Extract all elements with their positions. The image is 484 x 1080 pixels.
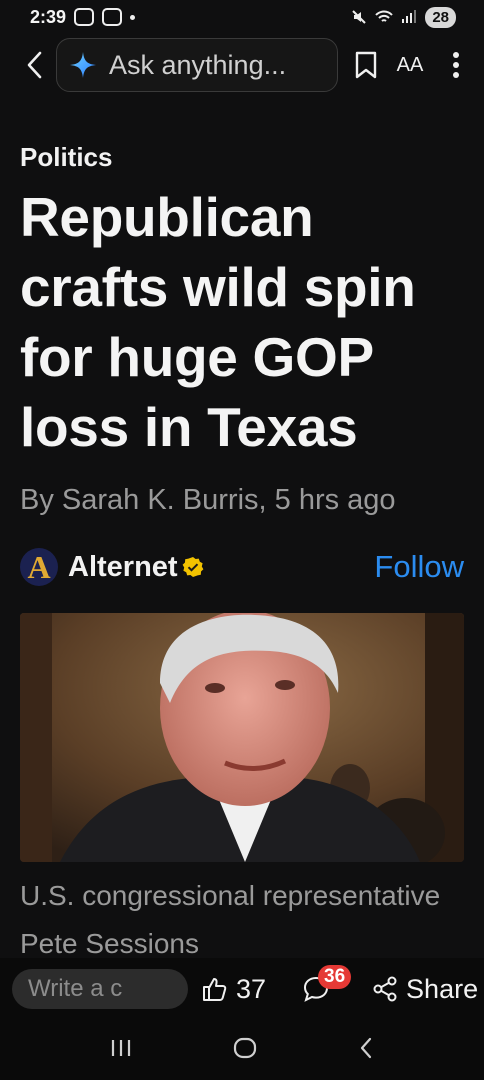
share-label: Share	[406, 973, 479, 1004]
article-photo[interactable]	[20, 613, 464, 862]
text-size-button[interactable]: AA	[390, 45, 430, 85]
action-bar: Write a c 37 36 Share	[0, 958, 484, 1020]
like-count: 37	[236, 973, 267, 1004]
bookmark-icon	[355, 51, 377, 79]
signal-icon	[402, 10, 417, 23]
article-headline: Republican crafts wild spin for huge GOP…	[20, 186, 416, 458]
sparkle-icon	[70, 52, 96, 78]
recent-apps-icon	[112, 1039, 131, 1056]
chevron-left-icon	[27, 51, 42, 79]
verified-badge-icon	[182, 557, 203, 577]
search-placeholder: Ask anything...	[109, 49, 287, 80]
status-left: 2:39	[30, 6, 136, 28]
screenshot-icon	[102, 8, 123, 26]
comment-placeholder: Write a c	[28, 975, 123, 1002]
wifi-icon	[375, 10, 394, 22]
status-time: 2:39	[30, 6, 67, 27]
top-toolbar: Ask anything... AA	[0, 36, 484, 94]
bookmark-button[interactable]	[346, 45, 386, 85]
status-bar: 2:39 28	[0, 0, 484, 34]
recent-apps-button[interactable]	[109, 1037, 133, 1064]
notification-icon	[74, 8, 95, 26]
dot-icon	[130, 14, 136, 20]
system-nav-bar	[0, 1020, 484, 1080]
search-input[interactable]: Ask anything...	[56, 38, 338, 92]
source-logo[interactable]: A	[20, 548, 58, 586]
article-photo-image	[20, 613, 464, 862]
source-row: A Alternet Follow	[20, 546, 464, 588]
comments-button[interactable]: 36	[302, 965, 352, 1009]
like-button[interactable]: 37	[202, 974, 266, 1005]
share-button[interactable]: Share	[372, 974, 478, 1005]
mute-icon	[352, 10, 367, 24]
article-category[interactable]: Politics	[20, 142, 112, 173]
follow-button[interactable]: Follow	[374, 549, 464, 585]
system-back-button[interactable]	[357, 1036, 375, 1065]
photo-caption: U.S. congressional representative Pete S…	[20, 880, 441, 959]
comment-count-badge: 36	[318, 965, 352, 989]
share-icon	[373, 976, 397, 1002]
back-button[interactable]	[14, 45, 54, 85]
home-icon	[233, 1037, 257, 1058]
text-size-label: AA	[396, 53, 424, 76]
home-button[interactable]	[232, 1036, 258, 1065]
thumbs-up-icon	[203, 978, 227, 1001]
article-byline: By Sarah K. Burris, 5 hrs ago	[20, 484, 396, 516]
more-vertical-icon	[453, 52, 459, 78]
more-options-button[interactable]	[436, 45, 476, 85]
back-icon	[360, 1037, 371, 1058]
source-name[interactable]: Alternet	[68, 551, 178, 584]
status-right: 28	[351, 6, 456, 28]
battery-indicator: 28	[425, 6, 456, 28]
comment-input[interactable]: Write a c	[12, 969, 188, 1009]
source-logo-letter: A	[27, 548, 51, 585]
